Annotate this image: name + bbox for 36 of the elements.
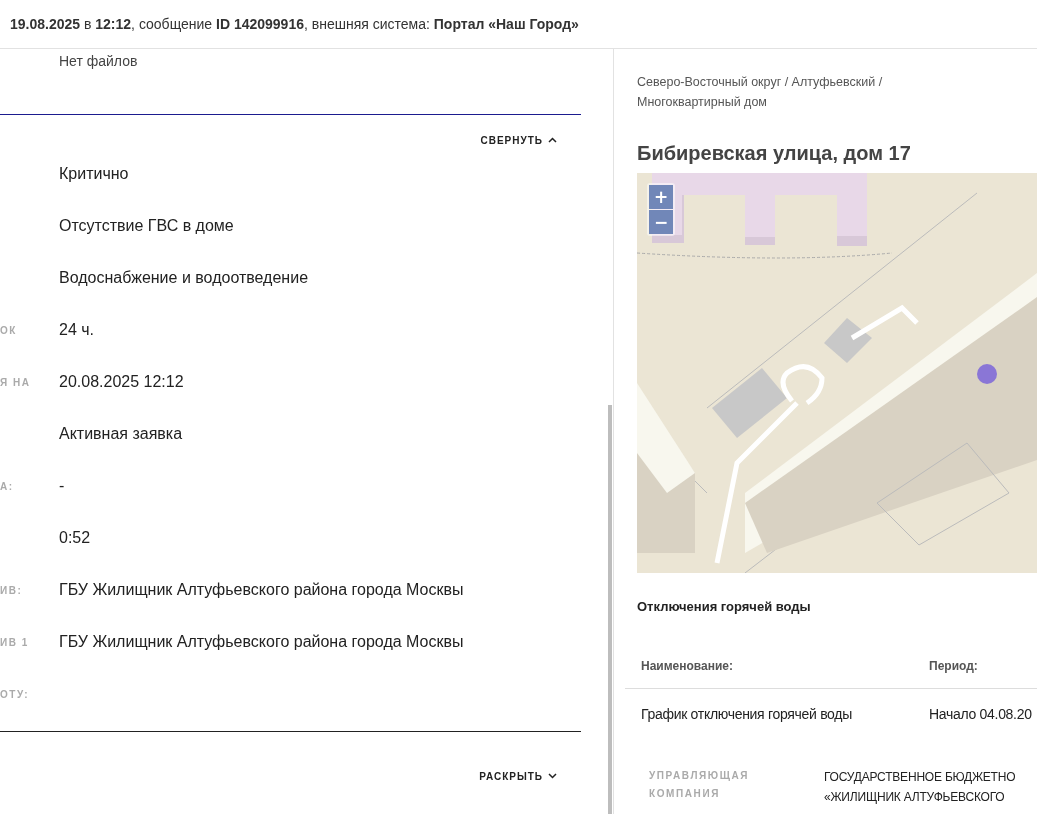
- address-title: Бибиревская улица, дом 17: [637, 142, 912, 166]
- field-value: Активная заявка: [59, 425, 184, 443]
- table-cell-text: Начало 04.08.20: [929, 706, 1033, 722]
- field-value: ГБУ Жилищник Алтуфьевского района города Москвы: [59, 633, 465, 651]
- company-label: УПРАВЛЯЮЩАЯ КОМПАНИЯ: [649, 769, 751, 801]
- field-value: 24 ч.: [59, 321, 96, 339]
- field-label: А:: [0, 480, 15, 492]
- scrollbar[interactable]: [608, 405, 612, 814]
- table-cell-text: График отключения горячей воды: [641, 706, 853, 722]
- field-value: Критично: [59, 165, 130, 183]
- collapse-button[interactable]: СВЕРНУТЬ: [480, 132, 557, 148]
- field-value: Водоснабжение и водоотведение: [59, 269, 310, 287]
- field-label: Я НА: [0, 376, 32, 388]
- field-label: ОТУ:: [0, 688, 31, 700]
- breadcrumb: Северо-Восточный округ / Алтуфьевский /: [637, 74, 884, 91]
- field-value: ГБУ Жилищник Алтуфьевского района города Москвы: [59, 581, 465, 599]
- section-title: Отключения горячей воды: [637, 599, 812, 614]
- chevron-icon: [548, 773, 557, 779]
- chevron-icon: [548, 137, 557, 143]
- field-value: 20.08.2025 12:12: [59, 373, 185, 391]
- field-label: ИВ:: [0, 584, 24, 596]
- field-label: ОК: [0, 324, 18, 336]
- field-value: 0:52: [59, 529, 92, 547]
- expand-button[interactable]: РАСКРЫТЬ: [479, 768, 557, 784]
- zoom-out-button[interactable]: −: [649, 210, 673, 234]
- company-name: «ЖИЛИЩНИК АЛТУФЬЕВСКОГО: [824, 789, 1006, 806]
- field-value: -: [59, 477, 66, 495]
- column-header: Период:: [929, 659, 979, 673]
- message-info: 19.08.2025 в 12:12, сообщение ID 142099916, внешняя система: Портал «Наш Город»: [10, 16, 579, 32]
- no-files-text: Нет файлов: [59, 53, 139, 69]
- zoom-in-button[interactable]: +: [649, 185, 673, 209]
- column-header: Наименование:: [641, 659, 735, 673]
- field-label: ИВ 1: [0, 636, 30, 648]
- company-name: ГОСУДАРСТВЕННОЕ БЮДЖЕТНО: [824, 769, 1017, 786]
- field-value: Отсутствие ГВС в доме: [59, 217, 235, 235]
- breadcrumb: Многоквартирный дом: [637, 94, 768, 111]
